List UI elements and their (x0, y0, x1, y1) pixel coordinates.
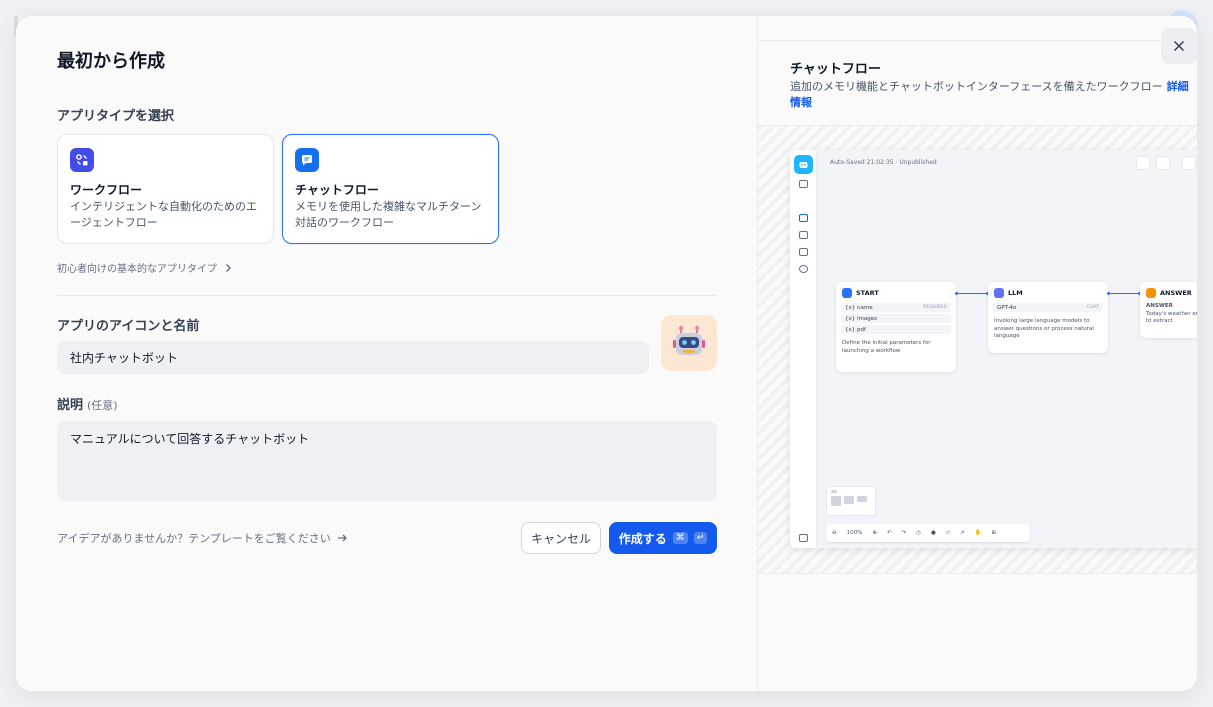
mock-layout-icon (1156, 156, 1170, 170)
start-var-row: {x} images (841, 314, 951, 323)
enter-key-hint: ↵ (693, 532, 708, 544)
llm-model-name: GPT-4o (997, 304, 1017, 311)
llm-node-desc: Invoking large language models to answer… (994, 318, 1094, 339)
pointer-icon: ➚ (960, 530, 965, 536)
mock-edge (956, 293, 988, 294)
create-app-modal: 最初から作成 アプリタイプを選択 ワークフロー インテリジェントな自動化のための… (16, 16, 1197, 691)
organize-icon: ⊞ (991, 530, 997, 536)
description-value: マニュアルについて回答するチャットボット (70, 432, 310, 446)
start-node-desc: Define the initial parameters for launch… (842, 340, 931, 354)
create-button[interactable]: 作成する ⌘ ↵ (609, 522, 717, 554)
section-divider (57, 295, 717, 296)
mock-start-node: START {x} name REQUIRED {x} images {x} pd… (836, 282, 956, 372)
close-button[interactable] (1161, 28, 1197, 64)
preview-description-text: 追加のメモリ機能とチャットボットインターフェースを備えたワークフロー (790, 80, 1163, 93)
log-icon (799, 248, 808, 256)
app-type-desc: インテリジェントな自動化のためのエージェントフロー (70, 200, 257, 229)
mock-sync-icon (1136, 156, 1150, 170)
start-var-row: {x} pdf (841, 325, 951, 334)
app-type-desc: メモリを使用した複雑なマルチターン対話のワークフロー (295, 200, 482, 229)
redo-icon: ↷ (901, 530, 907, 536)
app-type-label: アプリタイプを選択 (57, 109, 175, 124)
mock-save-status: Auto-Saved 21:02:35 · Unpublished (830, 159, 937, 166)
close-icon (1173, 40, 1185, 52)
name-label: アプリのアイコンと名前 (57, 319, 200, 334)
start-var-row: {x} name REQUIRED (841, 303, 951, 312)
workflow-editor-mock: Auto-Saved 21:02:35 · Unpublished START … (790, 150, 1197, 548)
llm-icon (994, 288, 1004, 298)
start-var-name: {x} name (845, 304, 873, 311)
preview-description: 追加のメモリ機能とチャットボットインターフェースを備えたワークフロー 詳細情報 (790, 78, 1197, 110)
mock-answer-node: ANSWER ANSWERToday's weather entities to… (1140, 282, 1197, 338)
add-node-icon: ● (930, 530, 936, 536)
mock-edge-handle (1107, 292, 1110, 295)
description-label-text: 説明 (57, 398, 84, 413)
mock-run-icon (1182, 156, 1196, 170)
optional-hint: (任意) (87, 399, 118, 412)
note-icon: ▱ (945, 530, 951, 536)
app-type-title: チャットフロー (295, 183, 379, 197)
answer-text: Today's weather entities to extract (1146, 310, 1197, 325)
robot-icon (673, 326, 705, 355)
mock-zoom-level: 100% (846, 530, 863, 536)
workflow-tab-icon (799, 214, 808, 222)
preview-title: チャットフロー (790, 62, 881, 77)
zoom-in-icon: ⊕ (872, 530, 877, 536)
mock-llm-node: LLM GPT-4o CHAT Invoking large language m… (988, 282, 1108, 353)
hand-icon: ✋ (974, 530, 982, 536)
preview-illustration: Auto-Saved 21:02:35 · Unpublished START … (758, 125, 1197, 574)
chevron-right-icon (226, 263, 231, 272)
arrow-right-icon (337, 534, 347, 542)
app-type-options: ワークフロー インテリジェントな自動化のためのエージェントフロー チャットフロー… (57, 134, 717, 244)
beginner-app-types-link[interactable]: 初心者向けの基本的なアプリタイプ (57, 260, 717, 275)
mock-edge (1108, 293, 1140, 294)
swap-icon (799, 180, 808, 188)
start-node-title: START (856, 289, 879, 297)
app-name-input[interactable]: 社内チャットボット (57, 341, 649, 374)
mock-edge-handle (955, 292, 958, 295)
answer-icon (1146, 288, 1156, 298)
app-icon-picker[interactable] (661, 315, 717, 371)
undo-icon: ↶ (886, 530, 892, 536)
mock-bottom-toolbar: ⊖ 100% ⊕ ↶ ↷ ◷ ● ▱ ➚ ✋ ⊞ (826, 524, 1030, 542)
home-icon (842, 288, 852, 298)
app-type-card-workflow[interactable]: ワークフロー インテリジェントな自動化のためのエージェントフロー (57, 134, 274, 244)
description-textarea[interactable]: マニュアルについて回答するチャットボット (57, 421, 717, 501)
robot-logo-icon (794, 155, 813, 174)
preview-panel: チャットフロー 追加のメモリ機能とチャットボットインターフェースを備えたワークフ… (757, 16, 1197, 691)
llm-mode-tag: CHAT (1086, 305, 1099, 310)
browse-templates-link[interactable]: アイデアがありませんか？テンプレートをご覧ください (57, 530, 348, 546)
history-icon: ◷ (916, 530, 921, 536)
start-var-name: {x} images (845, 315, 877, 322)
create-form-panel: 最初から作成 アプリタイプを選択 ワークフロー インテリジェントな自動化のための… (16, 16, 757, 691)
cancel-button[interactable]: キャンセル (521, 522, 601, 554)
answer-node-body: ANSWERToday's weather entities to extrac… (1140, 301, 1197, 330)
beginner-link-label: 初心者向けの基本的なアプリタイプ (57, 264, 217, 275)
mock-minimap (826, 486, 876, 516)
name-section: アプリのアイコンと名前 社内チャットボット (57, 315, 717, 374)
app-type-card-chatflow[interactable]: チャットフロー メモリを使用した複雑なマルチターン対話のワークフロー (282, 134, 499, 244)
llm-node-title: LLM (1008, 289, 1023, 297)
terminal-icon (799, 231, 808, 239)
modal-title: 最初から作成 (57, 51, 165, 72)
mock-sidebar (790, 150, 817, 548)
start-var-name: {x} pdf (845, 326, 866, 333)
description-label: 説明 (任意) (57, 394, 717, 413)
llm-model-row: GPT-4o CHAT (993, 303, 1103, 312)
app-type-title: ワークフロー (70, 183, 143, 197)
workflow-icon (70, 148, 94, 172)
zoom-out-icon: ⊖ (832, 530, 837, 536)
collapse-icon (799, 534, 808, 542)
chatflow-icon (295, 148, 319, 172)
template-link-label: アイデアがありませんか？テンプレートをご覧ください (57, 532, 331, 545)
answer-node-title: ANSWER (1160, 289, 1192, 297)
create-button-label: 作成する (618, 531, 667, 546)
monitor-icon (799, 265, 808, 273)
answer-label: ANSWER (1146, 303, 1173, 309)
command-key-hint: ⌘ (672, 532, 688, 544)
preview-top-divider (758, 40, 1197, 41)
modal-footer: アイデアがありませんか？テンプレートをご覧ください キャンセル 作成する ⌘ ↵ (57, 522, 717, 554)
app-name-value: 社内チャットボット (70, 351, 178, 365)
start-var-tag: REQUIRED (923, 305, 947, 310)
